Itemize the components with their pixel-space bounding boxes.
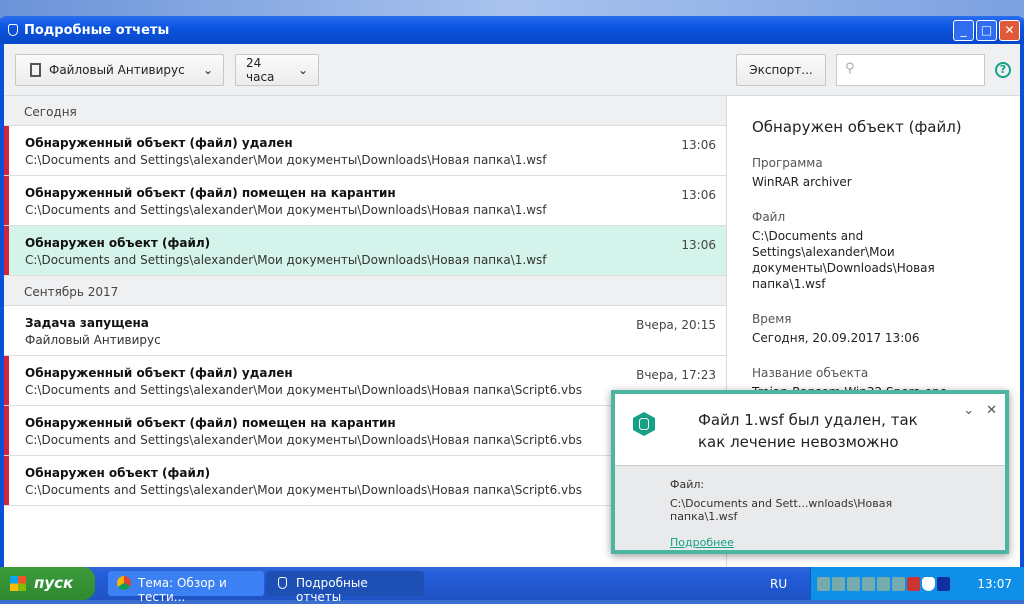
collapse-button[interactable]: ⌄ — [963, 400, 974, 422]
event-title: Обнаружен объект (файл) — [25, 236, 211, 250]
detail-field-value: WinRAR archiver — [752, 175, 852, 189]
event-path: C:\Documents and Settings\alexander\Мои … — [25, 253, 547, 267]
event-title: Обнаруженный объект (файл) помещен на ка… — [25, 186, 396, 200]
chevron-down-icon: ⌄ — [297, 63, 308, 77]
tray-app-icon[interactable] — [892, 577, 905, 591]
title-bar: Подробные отчеты — [0, 16, 1024, 44]
event-time: Вчера, 20:15 — [636, 318, 716, 332]
bluetooth-icon[interactable] — [937, 577, 950, 591]
event-title: Задача запущена — [25, 316, 149, 330]
event-title: Обнаруженный объект (файл) удален — [25, 366, 293, 380]
event-row[interactable]: Обнаруженный объект (файл) удален C:\Docu… — [4, 126, 726, 176]
toolbar: Файловый Антивирус ⌄ 24 часа ⌄ Экспорт..… — [4, 44, 1020, 96]
detail-field-value: C:\Documents and Settings\alexander\Мои … — [752, 229, 935, 291]
event-row[interactable]: Обнаружен объект (файл) C:\Documents and … — [4, 226, 726, 276]
alert-icon[interactable] — [907, 577, 920, 591]
system-tray: 13:07 — [810, 567, 1024, 600]
network-icon[interactable] — [817, 577, 830, 591]
help-icon[interactable]: ? — [995, 62, 1011, 78]
event-path: C:\Documents and Settings\alexander\Мои … — [25, 203, 547, 217]
component-dropdown[interactable]: Файловый Антивирус ⌄ — [15, 54, 224, 86]
event-path: C:\Documents and Settings\alexander\Мои … — [25, 433, 583, 447]
maximize-button[interactable]: □ — [976, 20, 997, 41]
event-time: 13:06 — [681, 138, 716, 152]
shield-icon — [278, 577, 287, 589]
notification-popup: ⌄ ✕ Файл 1.wsf был удален, так как лечени… — [611, 390, 1009, 554]
taskbar: пуск Тема: Обзор и тести... Подробные от… — [0, 567, 1024, 604]
event-title: Обнаружен объект (файл) — [25, 466, 211, 480]
detail-field-label: Название объекта — [752, 366, 869, 380]
event-row[interactable]: Задача запущена Файловый Антивирус Вчера, … — [4, 306, 726, 356]
minimize-button[interactable]: _ — [953, 20, 974, 41]
window-title: Подробные отчеты — [24, 22, 170, 38]
event-path: C:\Documents and Settings\alexander\Мои … — [25, 383, 583, 397]
close-button[interactable]: ✕ — [999, 20, 1020, 41]
section-header: Сентябрь 2017 — [4, 276, 726, 306]
detail-title: Обнаружен объект (файл) — [752, 118, 962, 136]
popup-file-path: C:\Documents and Sett...wnloads\Новая па… — [670, 497, 893, 523]
event-time: 13:06 — [681, 188, 716, 202]
start-button[interactable]: пуск — [0, 567, 95, 600]
clock: 13:07 — [977, 577, 1012, 591]
detail-field-label: Файл — [752, 210, 786, 224]
event-time: 13:06 — [681, 238, 716, 252]
details-link[interactable]: Подробнее — [670, 536, 734, 549]
kaspersky-logo-icon — [633, 412, 655, 436]
volume-icon[interactable] — [862, 577, 875, 591]
taskbar-item-browser[interactable]: Тема: Обзор и тести... — [108, 571, 264, 604]
popup-file-label: Файл: — [670, 478, 705, 491]
detail-field-label: Программа — [752, 156, 823, 170]
period-label: 24 часа — [246, 56, 275, 84]
network-icon[interactable] — [847, 577, 860, 591]
event-row[interactable]: Обнаруженный объект (файл) помещен на ка… — [4, 176, 726, 226]
event-path: C:\Documents and Settings\alexander\Мои … — [25, 483, 583, 497]
export-button[interactable]: Экспорт... — [736, 54, 826, 86]
popup-close-button[interactable]: ✕ — [986, 400, 997, 422]
tray-app-icon[interactable] — [877, 577, 890, 591]
kaspersky-shield-icon — [8, 24, 18, 36]
detail-field-value: Сегодня, 20.09.2017 13:06 — [752, 331, 920, 345]
section-header: Сегодня — [4, 96, 726, 126]
popup-message: Файл 1.wsf был удален, так как лечение н… — [698, 411, 918, 451]
taskbar-item-reports[interactable]: Подробные отчеты — [266, 571, 424, 604]
documents-icon — [30, 63, 41, 77]
chrome-icon — [117, 576, 131, 590]
event-path: C:\Documents and Settings\alexander\Мои … — [25, 153, 547, 167]
component-label: Файловый Антивирус — [49, 63, 185, 77]
event-title: Обнаруженный объект (файл) удален — [25, 136, 293, 150]
search-icon: ⚲ — [845, 61, 855, 76]
detail-field-label: Время — [752, 312, 792, 326]
search-input[interactable]: ⚲ — [836, 54, 985, 86]
network-icon[interactable] — [832, 577, 845, 591]
language-indicator[interactable]: RU — [770, 577, 787, 591]
event-title: Обнаруженный объект (файл) помещен на ка… — [25, 416, 396, 430]
period-dropdown[interactable]: 24 часа ⌄ — [235, 54, 319, 86]
kaspersky-tray-icon[interactable] — [922, 577, 935, 591]
event-path: Файловый Антивирус — [25, 333, 161, 347]
event-time: Вчера, 17:23 — [636, 368, 716, 382]
chevron-down-icon: ⌄ — [202, 63, 213, 77]
